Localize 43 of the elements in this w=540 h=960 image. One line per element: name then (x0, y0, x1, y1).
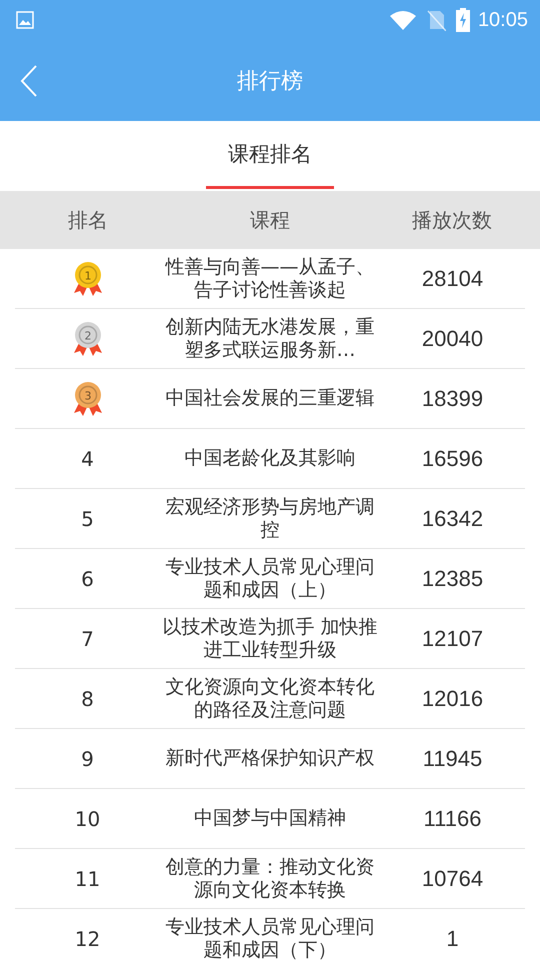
course-title[interactable]: 中国老龄化及其影响 (184, 447, 356, 470)
play-count: 12107 (420, 626, 484, 652)
status-time: 10:05 (478, 8, 528, 32)
no-sim-icon (426, 9, 446, 31)
play-count: 28104 (420, 266, 484, 292)
play-count: 16342 (420, 506, 484, 532)
course-title[interactable]: 以技术改造为抓手 加快推进工业转型升级 (160, 616, 380, 662)
course-title[interactable]: 专业技术人员常见心理问题和成因（上） (160, 556, 380, 602)
play-count: 18399 (420, 386, 484, 412)
rank-cell-text: 8 (80, 686, 95, 710)
play-count: 12016 (420, 686, 484, 712)
course-title[interactable]: 创意的力量：推动文化资源向文化资本转换 (160, 856, 380, 902)
course-title[interactable]: 性善与向善——从孟子、告子讨论性善谈起 (160, 256, 380, 302)
rank-cell-text: 10 (74, 806, 102, 830)
rank-cell-text: 5 (80, 506, 95, 530)
course-title[interactable]: 宏观经济形势与房地产调控 (160, 496, 380, 542)
play-count: 11945 (422, 746, 484, 772)
column-header: 课程 (249, 206, 291, 234)
play-count: 12385 (420, 566, 484, 592)
rank-cell-text: 12 (74, 926, 102, 950)
course-title[interactable]: 中国社会发展的三重逻辑 (166, 387, 374, 410)
course-title[interactable]: 文化资源向文化资本转化的路径及注意问题 (160, 676, 380, 722)
rank-cell-text: 9 (80, 746, 95, 770)
play-count: 1 (445, 926, 460, 952)
back-icon[interactable] (20, 64, 38, 96)
course-title[interactable]: 新时代严格保护知识产权 (166, 747, 374, 770)
column-header: 排名 (67, 206, 109, 234)
play-count: 10764 (420, 866, 484, 892)
course-title[interactable]: 创新内陆无水港发展，重塑多式联运服务新… (160, 316, 380, 362)
play-count: 11166 (422, 806, 482, 832)
course-title[interactable]: 专业技术人员常见心理问题和成因（下） (160, 916, 380, 960)
rank-cell-text: 11 (74, 866, 102, 890)
column-header: 播放次数 (411, 206, 493, 234)
page-title: 排行榜 (237, 68, 303, 96)
course-title[interactable]: 中国梦与中国精神 (194, 807, 346, 830)
rank-cell-text: 6 (80, 566, 95, 590)
rank-cell-text: 4 (80, 446, 95, 470)
rank-cell-text: 7 (80, 626, 95, 650)
play-count: 16596 (420, 446, 484, 472)
wifi-icon (390, 10, 416, 30)
battery-charging-icon (456, 8, 470, 32)
image-icon (16, 11, 34, 29)
play-count: 20040 (420, 326, 484, 352)
